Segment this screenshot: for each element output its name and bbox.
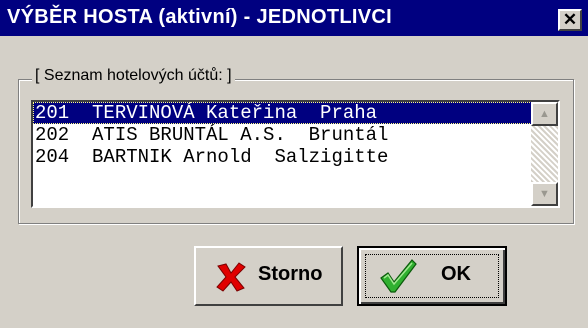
ok-button[interactable]: OK [357,246,507,306]
list-item[interactable]: 202 ATIS BRUNTÁL A.S. Bruntál [33,124,532,146]
window-title: VÝBĚR HOSTA (aktivní) - JEDNOTLIVCI [7,6,392,28]
ok-label: OK [441,263,471,285]
close-button[interactable]: ✕ [558,9,582,31]
storno-button[interactable]: Storno [194,246,343,306]
dialog-window: VÝBĚR HOSTA (aktivní) - JEDNOTLIVCI ✕ [ … [0,0,588,328]
arrow-up-icon: ▲ [539,108,550,120]
close-icon: ✕ [562,10,578,29]
storno-label: Storno [258,263,323,285]
list-item[interactable]: 204 BARTNIK Arnold Salzigitte [33,146,532,168]
red-x-icon [216,262,246,292]
scroll-down-button[interactable]: ▼ [531,182,558,206]
scrollbar-track[interactable] [531,126,558,182]
accounts-listbox[interactable]: 201 TERVINOVÁ Kateřina Praha 202 ATIS BR… [31,100,560,208]
groupbox-label: [ Seznam hotelových účtů: ] [32,67,235,85]
arrow-down-icon: ▼ [539,188,550,200]
title-bar[interactable]: VÝBĚR HOSTA (aktivní) - JEDNOTLIVCI ✕ [0,0,588,36]
scroll-up-button[interactable]: ▲ [531,102,558,126]
green-check-icon [380,259,417,293]
vertical-scrollbar[interactable]: ▲ ▼ [531,102,558,206]
list-item[interactable]: 201 TERVINOVÁ Kateřina Praha [33,102,532,124]
